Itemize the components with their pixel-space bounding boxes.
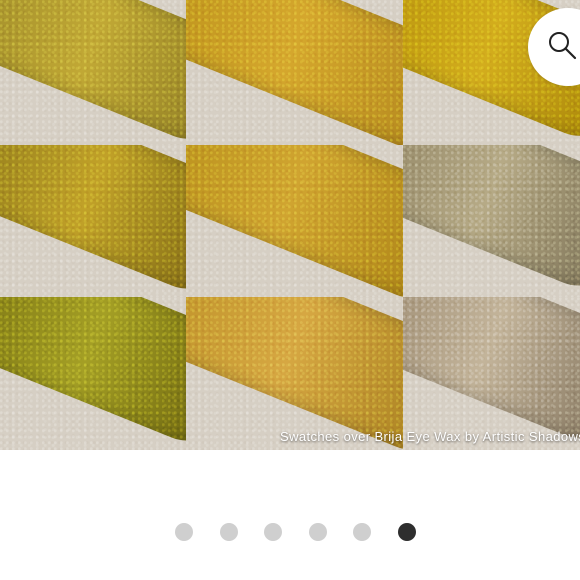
pagination-dot[interactable] [353, 523, 372, 541]
pagination-dot[interactable] [219, 523, 238, 541]
pagination-dot[interactable] [398, 523, 416, 541]
swatch-gallery-image[interactable] [0, 0, 580, 450]
swatch-tile [0, 0, 186, 145]
swatch-tile [186, 0, 403, 145]
swatch-tile [0, 297, 186, 450]
pagination-dot[interactable] [175, 523, 193, 541]
image-caption: Swatches over Brija Eye Wax by Artistic … [280, 429, 580, 444]
swatch-tile [403, 297, 580, 450]
swatch-tile [186, 145, 403, 297]
swatch-tile [403, 145, 580, 297]
pagination-dot[interactable] [308, 523, 327, 541]
swatch-tile [0, 145, 186, 297]
pagination-dot[interactable] [264, 523, 283, 541]
search-icon [549, 32, 577, 60]
swatch-tile [186, 297, 403, 450]
carousel-pagination [0, 523, 580, 541]
